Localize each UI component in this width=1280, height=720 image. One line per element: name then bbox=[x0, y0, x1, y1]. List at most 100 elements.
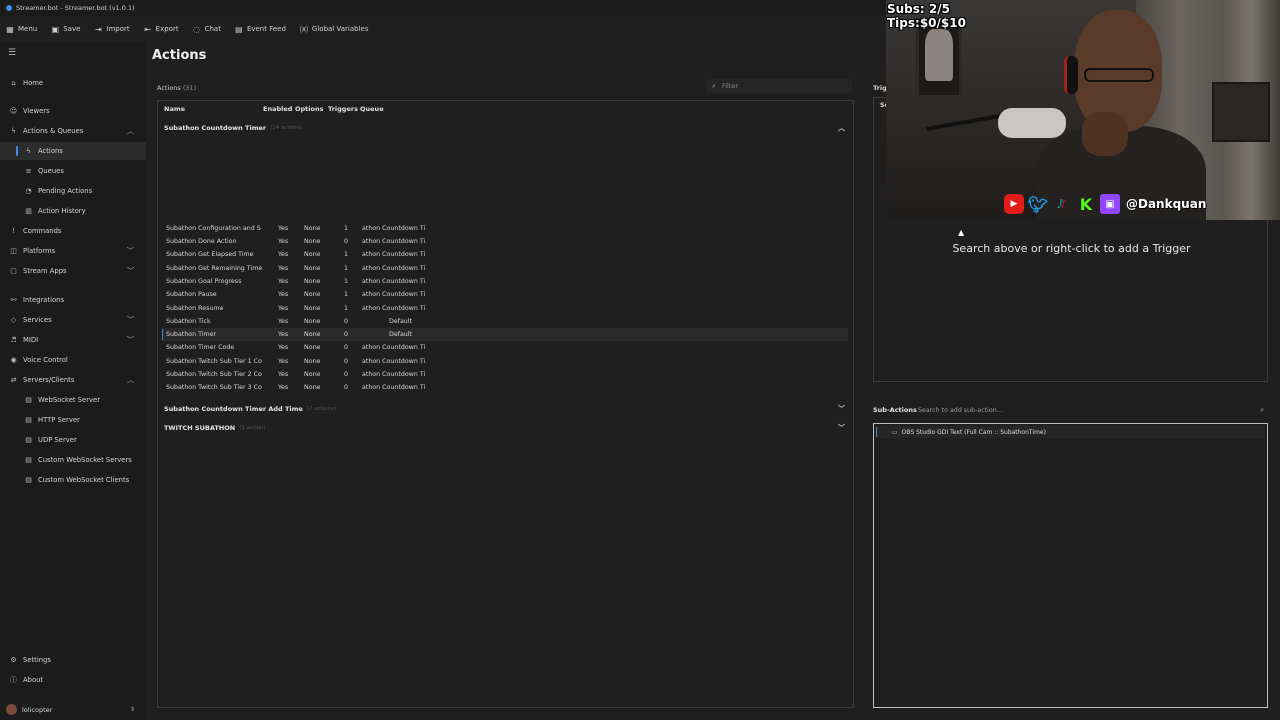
table-row[interactable]: Subathon Goal Progress Yes None 1 athon Coun… bbox=[162, 275, 848, 288]
glasses bbox=[1084, 68, 1154, 82]
sidebar-item-platforms[interactable]: ◫ Platforms ﹀ bbox=[0, 242, 146, 260]
search-icon[interactable]: ⌕ bbox=[1260, 406, 1264, 415]
user-account[interactable]: lolicopter ⇕ bbox=[6, 704, 135, 715]
streamer-handle: @Dankquan bbox=[1126, 197, 1207, 211]
sidebar-item-commands[interactable]: ! Commands bbox=[0, 222, 146, 240]
wall-picture-art bbox=[925, 29, 953, 81]
table-row[interactable]: Subathon Resume Yes None 1 athon Countdown T… bbox=[162, 302, 848, 315]
sidebar-item-settings[interactable]: ⚙ Settings bbox=[0, 651, 146, 669]
table-row[interactable]: Subathon Tick Yes None 0 Default bbox=[162, 315, 848, 328]
event-feed-button[interactable]: ▤ Event Feed bbox=[235, 25, 286, 34]
tiktok-icon: ♪ bbox=[1058, 197, 1066, 211]
column-queue[interactable]: Queue bbox=[360, 105, 384, 113]
table-row[interactable]: Subathon Get Elapsed Time Yes None 1 athon C… bbox=[162, 248, 848, 261]
info-icon: ⓘ bbox=[10, 676, 17, 684]
server-icon: ▤ bbox=[25, 436, 32, 444]
table-row[interactable]: Subathon Twitch Sub Tier 3 Co Yes None 0 ath… bbox=[162, 381, 848, 394]
group-header[interactable]: Subathon Countdown Timer Add Time (7 acti… bbox=[158, 402, 853, 416]
group-header[interactable]: TWITCH SUBATHON (1 action) ﹀ bbox=[158, 421, 853, 435]
text-source-icon: ▭ bbox=[892, 428, 898, 436]
sidebar-item-servers-clients[interactable]: ⇄ Servers/Clients ︿ bbox=[0, 371, 146, 389]
command-icon: ! bbox=[12, 227, 15, 235]
table-row-selected[interactable]: Subathon Timer Yes None 0 Default bbox=[162, 328, 848, 341]
subaction-search[interactable]: ⌕ bbox=[918, 404, 1264, 416]
column-enabled[interactable]: Enabled bbox=[263, 105, 292, 113]
sidebar-item-midi[interactable]: ♬ MIDI ﹀ bbox=[0, 331, 146, 349]
avatar bbox=[6, 704, 17, 715]
server-icon: ▤ bbox=[25, 476, 32, 484]
table-row[interactable]: Subathon Twitch Sub Tier 1 Co Yes None 0 ath… bbox=[162, 355, 848, 368]
sidebar-item-udp-server[interactable]: ▤ UDP Server bbox=[0, 431, 146, 449]
twitter-icon: 🐦︎ bbox=[1027, 194, 1049, 214]
export-button[interactable]: ⇤ Export bbox=[144, 25, 178, 34]
menu-button[interactable]: ▦ Menu bbox=[6, 24, 37, 34]
sidebar-item-stream-apps[interactable]: ▢ Stream Apps ﹀ bbox=[0, 262, 146, 280]
webcam-overlay: Subs: 2/5 Tips:$0/$10 ▶ 🐦︎ ♪ K ▣ @Dankqu… bbox=[886, 0, 1280, 220]
sidebar-item-action-history[interactable]: ▥ Action History bbox=[0, 202, 146, 220]
sidebar-item-custom-websocket-clients[interactable]: ▤ Custom WebSocket Clients bbox=[0, 471, 146, 489]
actions-count-label: Actions (31) bbox=[157, 84, 197, 92]
table-row[interactable]: Subathon Get Remaining Time Yes None 1 athon… bbox=[162, 262, 848, 275]
group-header[interactable]: Subathon Countdown Timer (14 actions) ︿ bbox=[158, 121, 853, 135]
chevron-up-icon: ︿ bbox=[127, 376, 134, 384]
filter-input[interactable] bbox=[721, 82, 832, 90]
table-row[interactable]: Subathon Pause Yes None 1 athon Countdown Ti bbox=[162, 288, 848, 301]
filter-box[interactable]: ⌕ bbox=[706, 79, 852, 93]
apps-icon: ▢ bbox=[10, 267, 17, 275]
chat-button[interactable]: ◌ Chat bbox=[193, 25, 221, 34]
sidebar-item-actions[interactable]: ϟ Actions bbox=[0, 142, 146, 160]
hamburger-icon[interactable]: ☰ bbox=[8, 48, 16, 58]
subs-goal: Subs: 2/5 bbox=[887, 2, 950, 16]
sidebar-item-viewers[interactable]: ☺ Viewers bbox=[0, 102, 146, 120]
table-row[interactable]: Subathon Timer Code Yes None 0 athon Countdo… bbox=[162, 341, 848, 354]
history-icon: ▥ bbox=[25, 207, 32, 215]
server-icon: ▤ bbox=[25, 396, 32, 404]
column-triggers[interactable]: Triggers bbox=[328, 105, 358, 113]
sidebar-item-custom-websocket-servers[interactable]: ▤ Custom WebSocket Servers bbox=[0, 451, 146, 469]
chevron-up-icon: ︿ bbox=[127, 127, 134, 135]
youtube-icon: ▶ bbox=[1004, 194, 1024, 214]
chevron-up-icon[interactable]: ︿ bbox=[838, 123, 845, 133]
sidebar-item-websocket-server[interactable]: ▤ WebSocket Server bbox=[0, 391, 146, 409]
column-name[interactable]: Name bbox=[164, 105, 185, 113]
subaction-search-input[interactable] bbox=[918, 406, 1238, 414]
table-row[interactable]: Subathon Twitch Sub Tier 2 Co Yes None 0 ath… bbox=[162, 368, 848, 381]
sidebar-item-integrations[interactable]: ⚯ Integrations bbox=[0, 291, 146, 309]
integrations-icon: ⚯ bbox=[10, 296, 17, 304]
sidebar-item-http-server[interactable]: ▤ HTTP Server bbox=[0, 411, 146, 429]
sidebar-item-actions-queues[interactable]: ϟ Actions & Queues ︿ bbox=[0, 122, 146, 140]
streamer-hand bbox=[1082, 112, 1128, 156]
server-icon: ⇄ bbox=[10, 376, 17, 384]
social-bar: ▶ 🐦︎ ♪ K ▣ @Dankquan bbox=[1004, 193, 1206, 215]
actions-panel: Actions Actions (31) ⌕ Name Enabled Opti… bbox=[146, 42, 862, 720]
microphone bbox=[998, 108, 1066, 138]
twitch-icon: ▣ bbox=[1100, 194, 1120, 214]
column-options[interactable]: Options bbox=[295, 105, 323, 113]
chevron-down-icon[interactable]: ﹀ bbox=[838, 404, 845, 414]
table-row[interactable]: Subathon Done Action Yes None 0 athon Countd… bbox=[162, 235, 848, 248]
midi-icon: ♬ bbox=[10, 336, 17, 344]
table-header: Name Enabled Options Triggers Queue bbox=[158, 103, 853, 115]
chevron-down-icon: ﹀ bbox=[127, 267, 134, 275]
window-title: Streamer.bot - Streamer.bot (v1.0.1) bbox=[16, 4, 135, 12]
sidebar-item-services[interactable]: ◇ Services ﹀ bbox=[0, 311, 146, 329]
sidebar-item-queues[interactable]: ≡ Queues bbox=[0, 162, 146, 180]
sidebar: ☰ ⌂ Home ☺ Viewers ϟ Actions & Queues ︿ ϟ Act… bbox=[0, 42, 146, 720]
subaction-item[interactable]: ▭ OBS Studio GDI Text (Full Cam :: Subat… bbox=[876, 426, 1265, 438]
lightning-icon: ϟ bbox=[26, 147, 31, 155]
viewers-icon: ☺ bbox=[9, 107, 18, 115]
chevron-down-icon[interactable]: ﹀ bbox=[838, 423, 845, 433]
save-button[interactable]: ▣ Save bbox=[51, 24, 80, 34]
save-icon: ▣ bbox=[51, 24, 60, 34]
table-row[interactable]: Subathon Configuration and S Yes None 1 atho… bbox=[162, 222, 848, 235]
tips-goal: Tips:$0/$10 bbox=[887, 16, 966, 30]
goal-overlay: Subs: 2/5 Tips:$0/$10 bbox=[886, 2, 966, 30]
subactions-list[interactable]: ▭ OBS Studio GDI Text (Full Cam :: Subat… bbox=[873, 423, 1268, 708]
sidebar-item-voice-control[interactable]: ◉ Voice Control bbox=[0, 351, 146, 369]
sidebar-item-about[interactable]: ⓘ About bbox=[0, 671, 146, 689]
sidebar-item-pending-actions[interactable]: ◔ Pending Actions bbox=[0, 182, 146, 200]
sidebar-item-home[interactable]: ⌂ Home bbox=[0, 74, 146, 92]
global-variables-button[interactable]: ⒳ Global Variables bbox=[300, 25, 369, 34]
import-button[interactable]: ⇥ Import bbox=[94, 25, 130, 34]
grid-icon: ▦ bbox=[6, 24, 14, 34]
